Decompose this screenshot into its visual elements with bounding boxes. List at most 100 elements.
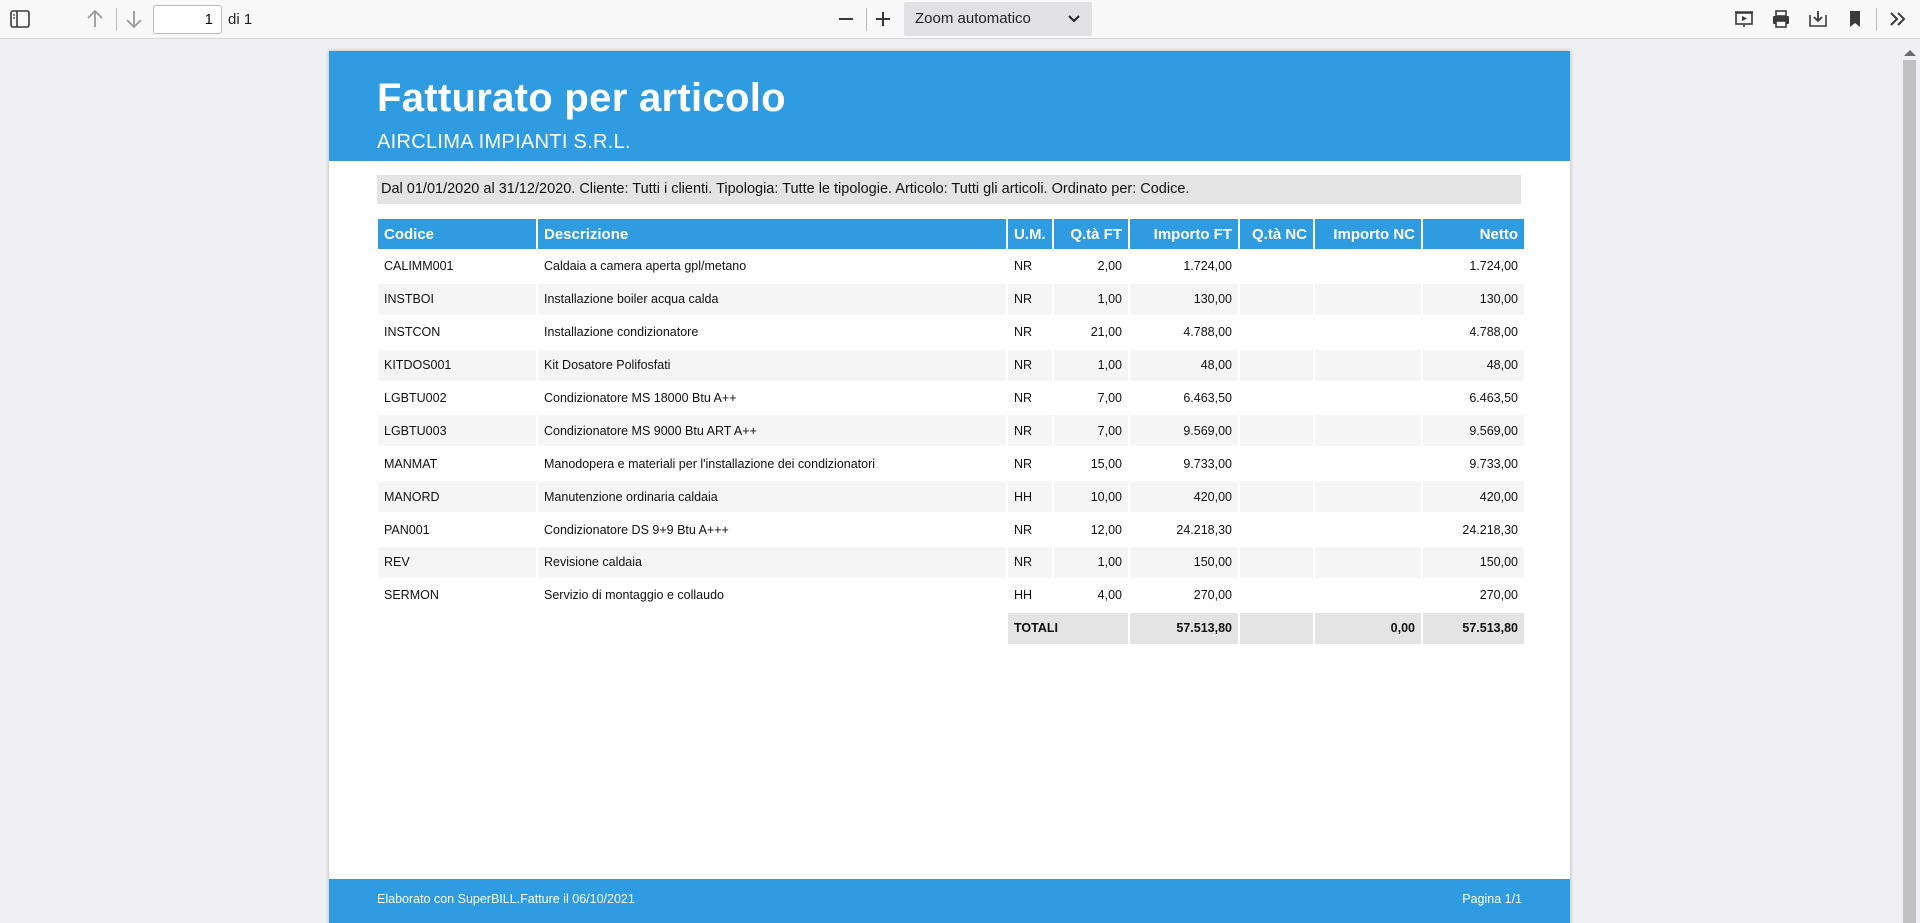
column-header-um: U.M. bbox=[1008, 219, 1052, 249]
cell-importo-nc bbox=[1315, 251, 1421, 282]
pdf-page: Fatturato per articolo AIRCLIMA IMPIANTI… bbox=[329, 51, 1570, 923]
cell-qta-ft: 7,00 bbox=[1097, 391, 1122, 405]
cell-descrizione: Servizio di montaggio e collaudo bbox=[544, 588, 724, 603]
cell-netto: 24.218,30 bbox=[1462, 522, 1518, 537]
cell-qta-ft: 1,00 bbox=[1054, 547, 1128, 578]
cell-descrizione: Installazione condizionatore bbox=[544, 325, 699, 340]
cell-netto: 9.569,00 bbox=[1423, 415, 1524, 447]
column-header-codice: Codice bbox=[378, 219, 536, 249]
totals-importo-nc: 0,00 bbox=[1315, 612, 1421, 644]
cell-importo-ft: 420,00 bbox=[1130, 481, 1238, 513]
cell-qta-ft: 10,00 bbox=[1054, 481, 1128, 513]
cell-codice: MANORD bbox=[378, 481, 536, 513]
cell-qta-nc bbox=[1240, 283, 1313, 315]
cell-importo-nc bbox=[1315, 514, 1421, 545]
zoom-out-icon[interactable] bbox=[831, 4, 861, 34]
chevron-down-icon bbox=[1068, 2, 1080, 36]
company-name: AIRCLIMA IMPIANTI S.R.L. bbox=[377, 131, 631, 153]
page-count: di 1 bbox=[228, 11, 253, 28]
cell-importo-ft: 130,00 bbox=[1130, 283, 1238, 315]
cell-um: NR bbox=[1008, 415, 1052, 447]
cell-importo-nc bbox=[1315, 415, 1421, 447]
cell-netto: 270,00 bbox=[1479, 588, 1518, 603]
arrow-up-icon[interactable] bbox=[80, 4, 110, 34]
totals-row: TOTALI 57.513,80 0,00 57.513,80 bbox=[378, 612, 1524, 644]
cell-descrizione: Installazione boiler acqua calda bbox=[538, 283, 1006, 315]
more-tools-icon[interactable] bbox=[1883, 4, 1913, 34]
column-header-descrizione: Descrizione bbox=[538, 219, 1006, 249]
cell-descrizione: Condizionatore MS 9000 Btu ART A++ bbox=[538, 415, 1006, 447]
zoom-select[interactable]: Zoom automatico bbox=[904, 2, 1092, 36]
arrow-down-icon[interactable] bbox=[119, 4, 149, 34]
cell-qta-nc bbox=[1240, 547, 1313, 578]
cell-qta-nc bbox=[1240, 383, 1313, 414]
cell-codice: KITDOS001 bbox=[378, 349, 536, 381]
cell-netto: 6.463,50 bbox=[1469, 391, 1518, 405]
cell-netto: 48,00 bbox=[1423, 349, 1524, 381]
cell-descrizione: Caldaia a camera aperta gpl/metano bbox=[544, 259, 747, 274]
totals-importo-ft: 57.513,80 bbox=[1130, 612, 1238, 644]
table-row: CALIMM001 Caldaia a camera aperta gpl/met… bbox=[378, 251, 1524, 282]
cell-qta-ft: 2,00 bbox=[1097, 259, 1122, 274]
cell-um: NR bbox=[1014, 259, 1033, 274]
cell-qta-nc bbox=[1240, 481, 1313, 513]
toolbar-separator bbox=[866, 8, 867, 31]
report-header: Fatturato per articolo AIRCLIMA IMPIANTI… bbox=[329, 51, 1570, 161]
scrollbar-thumb[interactable] bbox=[1903, 60, 1916, 923]
cell-importo-ft: 4.788,00 bbox=[1183, 325, 1232, 340]
cell-importo-nc bbox=[1315, 349, 1421, 381]
cell-descrizione: Manutenzione ordinaria caldaia bbox=[538, 481, 1006, 513]
page-number-input[interactable]: 1 bbox=[153, 5, 222, 34]
cell-qta-nc bbox=[1240, 349, 1313, 381]
column-header-importo-nc: Importo NC bbox=[1315, 219, 1421, 249]
zoom-select-value: Zoom automatico bbox=[915, 10, 1031, 27]
column-header-qta-ft: Q.tà FT bbox=[1054, 219, 1128, 249]
pdf-toolbar: 1 di 1 Zoom automatico bbox=[0, 0, 1920, 39]
cell-descrizione: Manodopera e materiali per l'installazio… bbox=[544, 456, 876, 471]
cell-qta-nc bbox=[1240, 251, 1313, 282]
cell-codice: MANMAT bbox=[384, 456, 438, 471]
presentation-icon[interactable] bbox=[1729, 4, 1759, 34]
sales-table: Codice Descrizione U.M. Q.tà FT Importo … bbox=[376, 217, 1526, 646]
bookmark-icon[interactable] bbox=[1840, 4, 1870, 34]
print-icon[interactable] bbox=[1766, 4, 1796, 34]
totals-spacer bbox=[538, 613, 1006, 644]
cell-codice: SERMON bbox=[384, 588, 439, 603]
footer-page-number: Pagina 1/1 bbox=[1462, 892, 1522, 906]
table-row: MANORD Manutenzione ordinaria caldaia HH 10… bbox=[378, 481, 1524, 513]
cell-qta-nc bbox=[1240, 415, 1313, 447]
column-header-qta-nc: Q.tà NC bbox=[1240, 219, 1313, 249]
totals-label: TOTALI bbox=[1008, 612, 1128, 644]
sidebar-toggle-icon[interactable] bbox=[5, 4, 35, 34]
cell-qta-nc bbox=[1240, 514, 1313, 545]
cell-importo-ft: 9.569,00 bbox=[1130, 415, 1238, 447]
table-row: SERMON Servizio di montaggio e collaudo HH… bbox=[378, 580, 1524, 611]
cell-importo-ft: 6.463,50 bbox=[1183, 391, 1232, 405]
zoom-in-icon[interactable] bbox=[868, 4, 898, 34]
download-icon[interactable] bbox=[1803, 4, 1833, 34]
cell-importo-nc bbox=[1315, 283, 1421, 315]
table-header-row: Codice Descrizione U.M. Q.tà FT Importo … bbox=[378, 219, 1524, 249]
cell-um: NR bbox=[1008, 547, 1052, 578]
cell-qta-ft: 7,00 bbox=[1054, 415, 1128, 447]
cell-importo-ft: 9.733,00 bbox=[1183, 456, 1232, 471]
cell-qta-nc bbox=[1240, 448, 1313, 479]
table-row: INSTCON Installazione condizionatore NR 21,… bbox=[378, 317, 1524, 348]
toolbar-separator bbox=[1876, 8, 1877, 31]
cell-qta-ft: 1,00 bbox=[1054, 349, 1128, 381]
scroll-up-arrow-icon[interactable] bbox=[1903, 45, 1917, 56]
cell-um: HH bbox=[1008, 481, 1052, 513]
cell-importo-ft: 48,00 bbox=[1130, 349, 1238, 381]
cell-um: NR bbox=[1014, 456, 1033, 471]
toolbar-separator bbox=[116, 8, 117, 31]
cell-um: HH bbox=[1014, 588, 1033, 603]
cell-importo-nc bbox=[1315, 383, 1421, 414]
cell-qta-ft: 12,00 bbox=[1090, 522, 1122, 537]
table-row: INSTBOI Installazione boiler acqua calda N… bbox=[378, 283, 1524, 315]
totals-netto: 57.513,80 bbox=[1423, 612, 1524, 644]
cell-codice: INSTBOI bbox=[378, 283, 536, 315]
column-header-importo-ft: Importo FT bbox=[1130, 219, 1238, 249]
cell-importo-ft: 270,00 bbox=[1193, 588, 1232, 603]
totals-qta-nc bbox=[1240, 612, 1313, 644]
cell-importo-nc bbox=[1315, 317, 1421, 348]
